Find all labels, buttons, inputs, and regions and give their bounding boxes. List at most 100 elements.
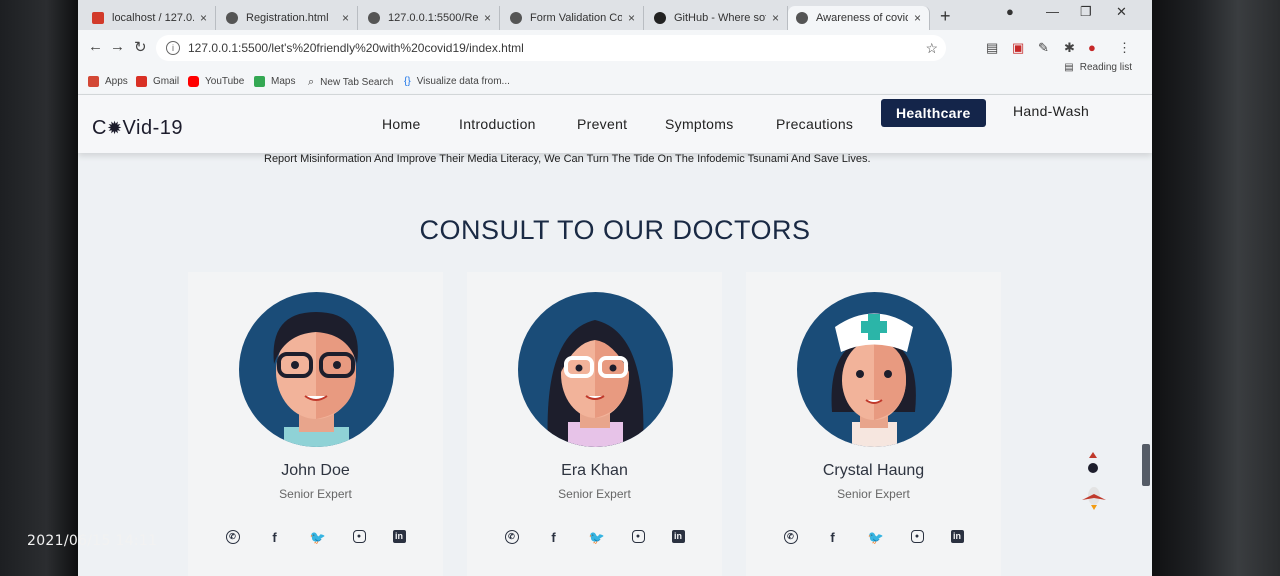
linkedin-icon[interactable]: in: [671, 530, 685, 543]
globe-icon: [368, 12, 380, 24]
scroll-indicator-icon[interactable]: [1087, 452, 1099, 476]
facebook-icon[interactable]: f: [825, 530, 841, 546]
extension-notes-icon[interactable]: ▤: [986, 40, 998, 56]
avatar-icon[interactable]: ●: [1088, 40, 1096, 55]
doctor-avatar: [796, 292, 952, 447]
nav-introduction[interactable]: Introduction: [459, 116, 536, 132]
code-braces-icon: {}: [404, 76, 411, 87]
restore-icon[interactable]: ❐: [1080, 4, 1092, 20]
doctor-card: John Doe Senior Expert ✆ f 🐦 ● in: [188, 272, 443, 576]
twitter-icon[interactable]: 🐦: [868, 530, 884, 546]
tab-registration[interactable]: Registration.html ×: [218, 6, 358, 30]
back-to-top-rocket-icon[interactable]: [1080, 484, 1108, 510]
bookmark-label: Visualize data from...: [416, 76, 510, 87]
tab-form-validation[interactable]: Form Validation Contr... ×: [502, 6, 644, 30]
social-links: ✆ f 🐦 ● in: [467, 530, 722, 546]
bookmark-gmail[interactable]: Gmail: [136, 76, 179, 87]
virus-icon: ✹: [106, 118, 123, 138]
instagram-icon[interactable]: ●: [631, 530, 645, 543]
doctor-role: Senior Expert: [279, 487, 352, 501]
tab-title: localhost / 127.0.0.1 / ...: [112, 12, 194, 24]
tab-covid-awareness[interactable]: Awareness of covid-19 ×: [788, 6, 930, 30]
site-logo[interactable]: C✹Vid-19: [92, 117, 183, 140]
search-icon: ⌕: [308, 76, 315, 88]
tab-strip: localhost / 127.0.0.1 / ... × Registrati…: [78, 0, 1152, 30]
social-links: ✆ f 🐦 ● in: [746, 530, 1001, 546]
scrollbar-thumb[interactable]: [1142, 444, 1150, 486]
instagram-icon[interactable]: ●: [910, 530, 924, 543]
site-navbar: C✹Vid-19 Home Introduction Prevent Sympt…: [78, 95, 1152, 153]
linkedin-icon[interactable]: in: [392, 530, 406, 543]
close-icon[interactable]: ×: [914, 11, 921, 25]
bookmark-label: New Tab Search: [320, 77, 394, 88]
minimize-icon[interactable]: —: [1046, 4, 1059, 19]
facebook-icon[interactable]: f: [546, 530, 562, 546]
tab-title: Awareness of covid-19: [816, 12, 908, 24]
profile-icon[interactable]: ●: [1006, 4, 1014, 19]
doctor-avatar: [238, 292, 394, 447]
logo-text: Vid-19: [122, 117, 183, 139]
doctor-name: Crystal Haung: [822, 462, 925, 479]
menu-kebab-icon[interactable]: ⋮: [1118, 40, 1131, 56]
reading-list-button[interactable]: ▤ Reading list: [1064, 62, 1132, 73]
bookmark-maps[interactable]: Maps: [254, 76, 295, 87]
gmail-icon: [136, 76, 147, 87]
close-icon[interactable]: ×: [200, 11, 207, 25]
tab-registration-live[interactable]: 127.0.0.1:5500/Registr... ×: [360, 6, 500, 30]
whatsapp-icon[interactable]: ✆: [225, 530, 240, 544]
device-bezel-left: [0, 0, 78, 576]
nav-precautions[interactable]: Precautions: [776, 116, 853, 132]
tab-phpmyadmin[interactable]: localhost / 127.0.0.1 / ... ×: [84, 6, 216, 30]
doctor-name: John Doe: [281, 462, 350, 479]
nav-prevent[interactable]: Prevent: [577, 116, 627, 132]
close-icon[interactable]: ×: [484, 11, 491, 25]
close-icon[interactable]: ×: [772, 11, 779, 25]
window-close-icon[interactable]: ✕: [1116, 4, 1127, 20]
close-icon[interactable]: ×: [342, 11, 349, 25]
bookmarks-bar: Apps Gmail YouTube Maps ⌕ New Tab Search…: [78, 62, 1152, 95]
extension-edit-icon[interactable]: ✎: [1038, 40, 1049, 56]
extensions-puzzle-icon[interactable]: ✱: [1064, 40, 1075, 56]
back-icon[interactable]: ←: [88, 38, 103, 55]
bookmark-new-tab-search[interactable]: ⌕ New Tab Search: [308, 76, 393, 89]
close-icon[interactable]: ×: [628, 11, 635, 25]
nav-healthcare[interactable]: Healthcare: [881, 99, 986, 127]
nav-home[interactable]: Home: [382, 116, 421, 132]
social-links: ✆ f 🐦 ● in: [188, 530, 443, 546]
new-tab-button[interactable]: +: [940, 6, 951, 27]
bookmark-star-icon[interactable]: ☆: [925, 40, 938, 57]
globe-icon: [796, 12, 808, 24]
bookmark-visualize-data[interactable]: {} Visualize data from...: [404, 76, 510, 87]
linkedin-icon[interactable]: in: [950, 530, 964, 543]
bookmark-label: Maps: [271, 76, 296, 87]
doctor-card: Era Khan Senior Expert ✆ f 🐦 ● in: [467, 272, 722, 576]
youtube-icon: [188, 76, 199, 87]
reload-icon[interactable]: ↻: [134, 38, 147, 56]
extension-red-icon[interactable]: ▣: [1012, 40, 1024, 56]
nav-hand-wash[interactable]: Hand-Wash: [1013, 103, 1089, 119]
doctor-name: Era Khan: [561, 462, 628, 479]
site-info-icon[interactable]: i: [166, 41, 180, 55]
toolbar: ← → ↻ i 127.0.0.1:5500/let's%20friendly%…: [78, 30, 1152, 68]
whatsapp-icon[interactable]: ✆: [504, 530, 519, 544]
forward-icon[interactable]: →: [110, 38, 125, 55]
photo-timestamp: 2021/06/15 14:11: [27, 533, 158, 549]
instagram-icon[interactable]: ●: [352, 530, 366, 543]
tab-github[interactable]: GitHub - Where softw... ×: [646, 6, 788, 30]
doctor-card: Crystal Haung Senior Expert ✆ f 🐦 ● in: [746, 272, 1001, 576]
url-text: 127.0.0.1:5500/let's%20friendly%20with%2…: [188, 41, 524, 55]
bookmark-apps[interactable]: Apps: [88, 76, 128, 87]
whatsapp-icon[interactable]: ✆: [783, 530, 798, 544]
doctor-avatar: [517, 292, 673, 447]
twitter-icon[interactable]: 🐦: [589, 530, 605, 546]
doctor-role: Senior Expert: [558, 487, 631, 501]
info-paragraph: Report Misinformation And Improve Their …: [264, 153, 871, 165]
facebook-icon[interactable]: f: [267, 530, 283, 546]
nav-symptoms[interactable]: Symptoms: [665, 116, 734, 132]
address-bar[interactable]: i 127.0.0.1:5500/let's%20friendly%20with…: [156, 35, 946, 61]
tab-title: Registration.html: [246, 12, 329, 24]
bookmark-youtube[interactable]: YouTube: [188, 76, 244, 87]
twitter-icon[interactable]: 🐦: [310, 530, 326, 546]
reading-list-icon: ▤: [1064, 62, 1074, 73]
globe-icon: [226, 12, 238, 24]
